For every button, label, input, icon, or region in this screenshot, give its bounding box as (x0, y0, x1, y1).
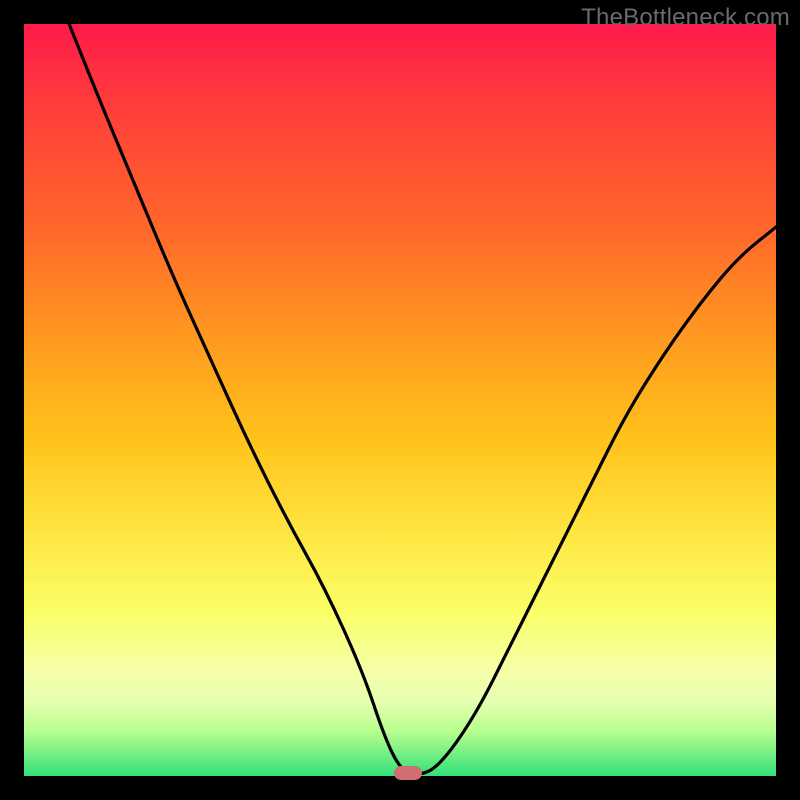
optimal-point-marker (394, 766, 422, 780)
bottleneck-curve (24, 24, 776, 776)
watermark-text: TheBottleneck.com (581, 4, 790, 32)
chart-frame: TheBottleneck.com (0, 0, 800, 800)
plot-area (24, 24, 776, 776)
